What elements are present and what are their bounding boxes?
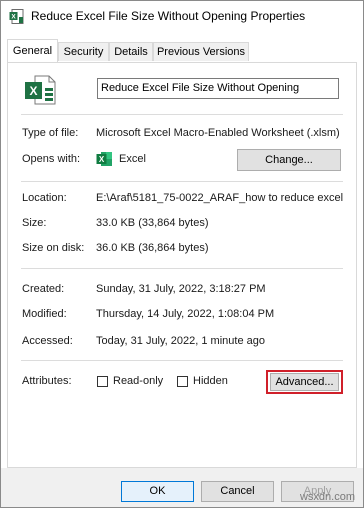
created-value: Sunday, 31 July, 2022, 3:18:27 PM — [96, 283, 266, 295]
divider — [21, 360, 343, 361]
created-label: Created: — [22, 283, 65, 295]
attributes-label: Attributes: — [22, 375, 72, 387]
accessed-label: Accessed: — [22, 335, 73, 347]
title-bar[interactable]: X Reduce Excel File Size Without Opening… — [1, 1, 363, 31]
divider — [21, 181, 343, 182]
window-title: Reduce Excel File Size Without Opening P… — [31, 9, 306, 23]
svg-text:X: X — [29, 84, 37, 98]
size-on-disk-value: 36.0 KB (36,864 bytes) — [96, 242, 209, 254]
type-label: Type of file: — [22, 127, 79, 139]
readonly-label[interactable]: Read-only — [113, 375, 163, 387]
type-value: Microsoft Excel Macro-Enabled Worksheet … — [96, 127, 340, 139]
location-value: E:\Araf\5181_75-0022_ARAF_how to reduce … — [96, 192, 344, 204]
tab-strip: General Security Details Previous Versio… — [1, 39, 363, 63]
tab-general[interactable]: General — [7, 39, 58, 62]
hidden-label[interactable]: Hidden — [193, 375, 228, 387]
general-panel: X Reduce Excel File Size Without Opening… — [7, 62, 357, 468]
size-value: 33.0 KB (33,864 bytes) — [96, 217, 209, 229]
tab-security[interactable]: Security — [58, 42, 109, 61]
size-on-disk-label: Size on disk: — [22, 242, 85, 254]
divider — [21, 114, 343, 115]
location-label: Location: — [22, 192, 67, 204]
accessed-value: Today, 31 July, 2022, 1 minute ago — [96, 335, 265, 347]
excel-app-icon: X — [96, 152, 112, 166]
opens-with-label: Opens with: — [22, 153, 81, 165]
file-name-input[interactable]: Reduce Excel File Size Without Opening — [97, 78, 339, 99]
change-button[interactable]: Change... — [237, 149, 341, 171]
properties-dialog: X Reduce Excel File Size Without Opening… — [0, 0, 364, 508]
svg-text:X: X — [99, 155, 105, 164]
cancel-button[interactable]: Cancel — [201, 481, 274, 502]
modified-label: Modified: — [22, 308, 67, 320]
excel-file-icon: X — [9, 9, 24, 24]
divider — [21, 268, 343, 269]
size-label: Size: — [22, 217, 47, 229]
opens-with-app: Excel — [119, 153, 146, 165]
excel-file-large-icon: X — [25, 75, 56, 105]
tab-details[interactable]: Details — [109, 42, 153, 61]
ok-button[interactable]: OK — [121, 481, 194, 502]
watermark: wsxdn.com — [299, 491, 355, 503]
hidden-checkbox[interactable] — [177, 376, 188, 387]
tab-previous-versions[interactable]: Previous Versions — [153, 42, 249, 61]
svg-text:X: X — [11, 14, 16, 21]
readonly-checkbox[interactable] — [97, 376, 108, 387]
advanced-button[interactable]: Advanced... — [270, 373, 339, 391]
modified-value: Thursday, 14 July, 2022, 1:08:04 PM — [96, 308, 275, 320]
